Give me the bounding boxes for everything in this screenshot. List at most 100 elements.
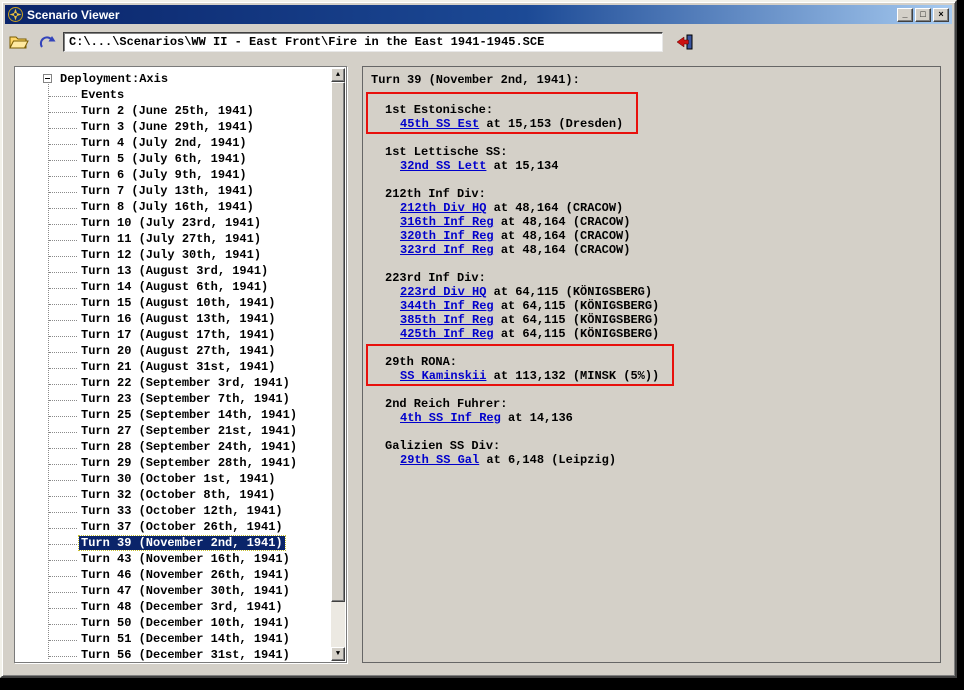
tree-item-label: Turn 12 (July 30th, 1941) — [81, 248, 262, 262]
tree-item[interactable]: Turn 4 (July 2nd, 1941) — [15, 136, 331, 152]
unit-line: 29th SS Gal at 6,148 (Leipzig) — [400, 453, 616, 467]
maximize-button[interactable]: □ — [915, 7, 931, 22]
tree-item[interactable]: Turn 3 (June 29th, 1941) — [15, 120, 331, 136]
scrollbar-thumb[interactable] — [331, 82, 345, 602]
tree-item[interactable]: Turn 39 (November 2nd, 1941) — [15, 535, 331, 552]
unit-group: 212th Inf Div: 212th Div HQ at 48,164 (C… — [385, 187, 630, 257]
unit-link[interactable]: 45th SS Est — [400, 117, 479, 131]
tree-item-label: Turn 51 (December 14th, 1941) — [81, 632, 290, 646]
tree-item-label: Turn 2 (June 25th, 1941) — [81, 104, 254, 118]
tree-root-item[interactable]: Deployment:Axis — [15, 72, 331, 88]
tree-item[interactable]: Turn 29 (September 28th, 1941) — [15, 456, 331, 472]
unit-line: 45th SS Est at 15,153 (Dresden) — [400, 117, 623, 131]
tree-item[interactable]: Turn 12 (July 30th, 1941) — [15, 248, 331, 264]
tree-item-label: Turn 29 (September 28th, 1941) — [81, 456, 298, 470]
tree-item[interactable]: Turn 2 (June 25th, 1941) — [15, 104, 331, 120]
tree-item[interactable]: Turn 8 (July 16th, 1941) — [15, 200, 331, 216]
tree-item[interactable]: Turn 51 (December 14th, 1941) — [15, 632, 331, 648]
titlebar: Scenario Viewer _ □ × — [5, 5, 952, 24]
redo-arrow-icon — [39, 35, 55, 48]
tree-item[interactable]: Turn 23 (September 7th, 1941) — [15, 392, 331, 408]
unit-line: 212th Div HQ at 48,164 (CRACOW) — [400, 201, 630, 215]
tree-item[interactable]: Turn 48 (December 3rd, 1941) — [15, 600, 331, 616]
tree-item[interactable]: Turn 37 (October 26th, 1941) — [15, 520, 331, 536]
unit-location-text: at 48,164 (CRACOW) — [493, 215, 631, 229]
tree-item-label: Turn 4 (July 2nd, 1941) — [81, 136, 247, 150]
tree-item[interactable]: Turn 56 (December 31st, 1941) — [15, 648, 331, 662]
unit-link[interactable]: 29th SS Gal — [400, 453, 479, 467]
tree-item-label: Turn 48 (December 3rd, 1941) — [81, 600, 283, 614]
unit-location-text: at 64,115 (KÖNIGSBERG) — [493, 313, 660, 327]
tree-item[interactable]: Turn 47 (November 30th, 1941) — [15, 584, 331, 600]
tree-item-label: Turn 16 (August 13th, 1941) — [81, 312, 276, 326]
tree-item-label: Turn 14 (August 6th, 1941) — [81, 280, 269, 294]
tree-item[interactable]: Turn 43 (November 16th, 1941) — [15, 552, 331, 568]
unit-link[interactable]: SS Kaminskii — [400, 369, 486, 383]
unit-link[interactable]: 4th SS Inf Reg — [400, 411, 501, 425]
tree-item[interactable]: Turn 16 (August 13th, 1941) — [15, 312, 331, 328]
tree-item[interactable]: Turn 21 (August 31st, 1941) — [15, 360, 331, 376]
tree-item[interactable]: Turn 28 (September 24th, 1941) — [15, 440, 331, 456]
tree-item[interactable]: Turn 46 (November 26th, 1941) — [15, 568, 331, 584]
open-scenario-button[interactable] — [5, 30, 33, 54]
reload-button[interactable] — [33, 30, 61, 54]
unit-line: 32nd SS Lett at 15,134 — [400, 159, 558, 173]
minimize-button[interactable]: _ — [897, 7, 913, 22]
unit-group-title: 1st Estonische: — [385, 103, 494, 117]
unit-line: 344th Inf Reg at 64,115 (KÖNIGSBERG) — [400, 299, 659, 313]
unit-link[interactable]: 323rd Inf Reg — [400, 243, 494, 257]
scroll-down-icon[interactable]: ▼ — [331, 647, 345, 661]
unit-group: 223rd Inf Div: 223rd Div HQ at 64,115 (K… — [385, 271, 659, 341]
scroll-up-icon[interactable]: ▲ — [331, 68, 345, 82]
unit-group: 29th RONA: SS Kaminskii at 113,132 (MINS… — [366, 344, 675, 386]
scenario-path-input[interactable] — [63, 32, 663, 52]
exit-button[interactable] — [671, 30, 699, 54]
toolbar — [5, 26, 952, 58]
tree-item[interactable]: Turn 14 (August 6th, 1941) — [15, 280, 331, 296]
tree-item-label: Turn 50 (December 10th, 1941) — [81, 616, 290, 630]
tree-item[interactable]: Turn 30 (October 1st, 1941) — [15, 472, 331, 488]
unit-group: Galizien SS Div: 29th SS Gal at 6,148 (L… — [385, 439, 616, 467]
tree-item[interactable]: Turn 33 (October 12th, 1941) — [15, 504, 331, 520]
tree-item-label: Turn 15 (August 10th, 1941) — [81, 296, 276, 310]
tree-item[interactable]: Turn 25 (September 14th, 1941) — [15, 408, 331, 424]
unit-link[interactable]: 223rd Div HQ — [400, 285, 486, 299]
tree-item[interactable]: Turn 10 (July 23rd, 1941) — [15, 216, 331, 232]
tree-item-label: Turn 3 (June 29th, 1941) — [81, 120, 254, 134]
tree-item-label: Turn 17 (August 17th, 1941) — [81, 328, 276, 342]
close-button[interactable]: × — [933, 7, 949, 22]
app-window: Scenario Viewer _ □ × C:\...\Scenarios\W… — [0, 0, 957, 678]
unit-location-text: at 14,136 — [500, 411, 573, 425]
tree-item[interactable]: Turn 27 (September 21st, 1941) — [15, 424, 331, 440]
unit-group-title: 212th Inf Div: — [385, 187, 486, 201]
tree-item[interactable]: Turn 20 (August 27th, 1941) — [15, 344, 331, 360]
tree-panel: Deployment:Axis Events Turn 2 (June 25th… — [14, 66, 347, 663]
tree-item-label: Turn 37 (October 26th, 1941) — [81, 520, 283, 534]
collapse-minus-icon[interactable] — [43, 74, 52, 83]
tree-item[interactable]: Turn 5 (July 6th, 1941) — [15, 152, 331, 168]
tree-item[interactable]: Turn 6 (July 9th, 1941) — [15, 168, 331, 184]
tree-item[interactable]: Events — [15, 88, 331, 104]
unit-link[interactable]: 425th Inf Reg — [400, 327, 494, 341]
unit-link[interactable]: 316th Inf Reg — [400, 215, 494, 229]
unit-group: 1st Lettische SS: 32nd SS Lett at 15,134 — [385, 145, 558, 173]
tree-item[interactable]: Turn 17 (August 17th, 1941) — [15, 328, 331, 344]
window-title: Scenario Viewer — [27, 7, 120, 22]
tree-item-label: Turn 46 (November 26th, 1941) — [81, 568, 290, 582]
tree-item-label: Turn 8 (July 16th, 1941) — [81, 200, 254, 214]
tree-item[interactable]: Turn 15 (August 10th, 1941) — [15, 296, 331, 312]
tree-item-label: Turn 33 (October 12th, 1941) — [81, 504, 283, 518]
tree-item[interactable]: Turn 11 (July 27th, 1941) — [15, 232, 331, 248]
tree-item[interactable]: Turn 13 (August 3rd, 1941) — [15, 264, 331, 280]
tree-scrollbar[interactable]: ▲ ▼ — [331, 68, 345, 661]
tree-item[interactable]: Turn 7 (July 13th, 1941) — [15, 184, 331, 200]
tree-item-label: Turn 10 (July 23rd, 1941) — [81, 216, 262, 230]
unit-link[interactable]: 32nd SS Lett — [400, 159, 486, 173]
tree-item[interactable]: Turn 32 (October 8th, 1941) — [15, 488, 331, 504]
tree-item[interactable]: Turn 50 (December 10th, 1941) — [15, 616, 331, 632]
unit-link[interactable]: 344th Inf Reg — [400, 299, 494, 313]
unit-link[interactable]: 385th Inf Reg — [400, 313, 494, 327]
tree-item[interactable]: Turn 22 (September 3rd, 1941) — [15, 376, 331, 392]
unit-link[interactable]: 212th Div HQ — [400, 201, 486, 215]
unit-link[interactable]: 320th Inf Reg — [400, 229, 494, 243]
